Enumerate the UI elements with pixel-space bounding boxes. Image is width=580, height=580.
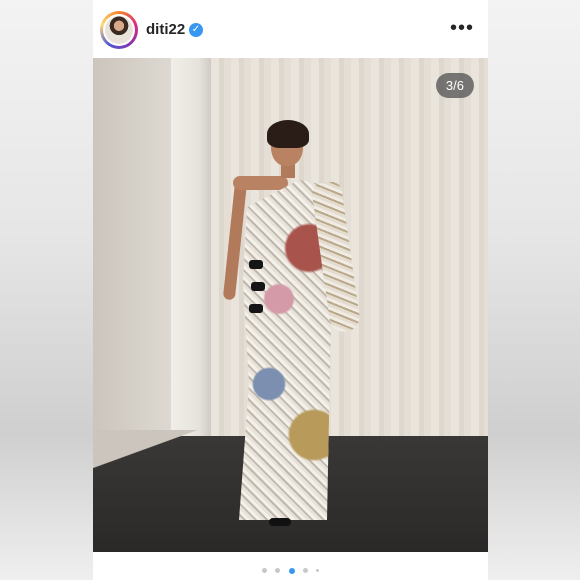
bow-detail bbox=[251, 282, 265, 291]
post-photo[interactable]: 3/6 bbox=[93, 58, 488, 552]
carousel-counter: 3/6 bbox=[435, 73, 474, 98]
avatar[interactable] bbox=[103, 14, 135, 46]
more-options-icon[interactable]: ••• bbox=[450, 18, 474, 38]
bow-detail bbox=[249, 260, 263, 269]
wall-background bbox=[93, 58, 171, 448]
bow-detail bbox=[249, 304, 263, 313]
avatar-image bbox=[105, 16, 133, 44]
carousel-indicator bbox=[93, 562, 488, 580]
bare-shoulder bbox=[233, 176, 288, 190]
verified-badge-icon: ✓ bbox=[189, 23, 203, 37]
woman-in-sequin-gown bbox=[193, 118, 362, 538]
carousel-dot bbox=[316, 569, 320, 573]
carousel-dot-active bbox=[288, 567, 295, 574]
carousel-dot bbox=[302, 568, 308, 574]
post-header: diti22 ✓ ••• bbox=[93, 0, 488, 58]
black-sandal bbox=[269, 518, 291, 526]
story-ring[interactable] bbox=[100, 11, 138, 49]
instagram-post-card: diti22 ✓ ••• 3/6 bbox=[93, 0, 488, 580]
hair bbox=[267, 120, 309, 148]
carousel-dot bbox=[275, 568, 281, 574]
carousel-dot bbox=[261, 568, 267, 574]
username-link[interactable]: diti22 bbox=[146, 21, 185, 38]
